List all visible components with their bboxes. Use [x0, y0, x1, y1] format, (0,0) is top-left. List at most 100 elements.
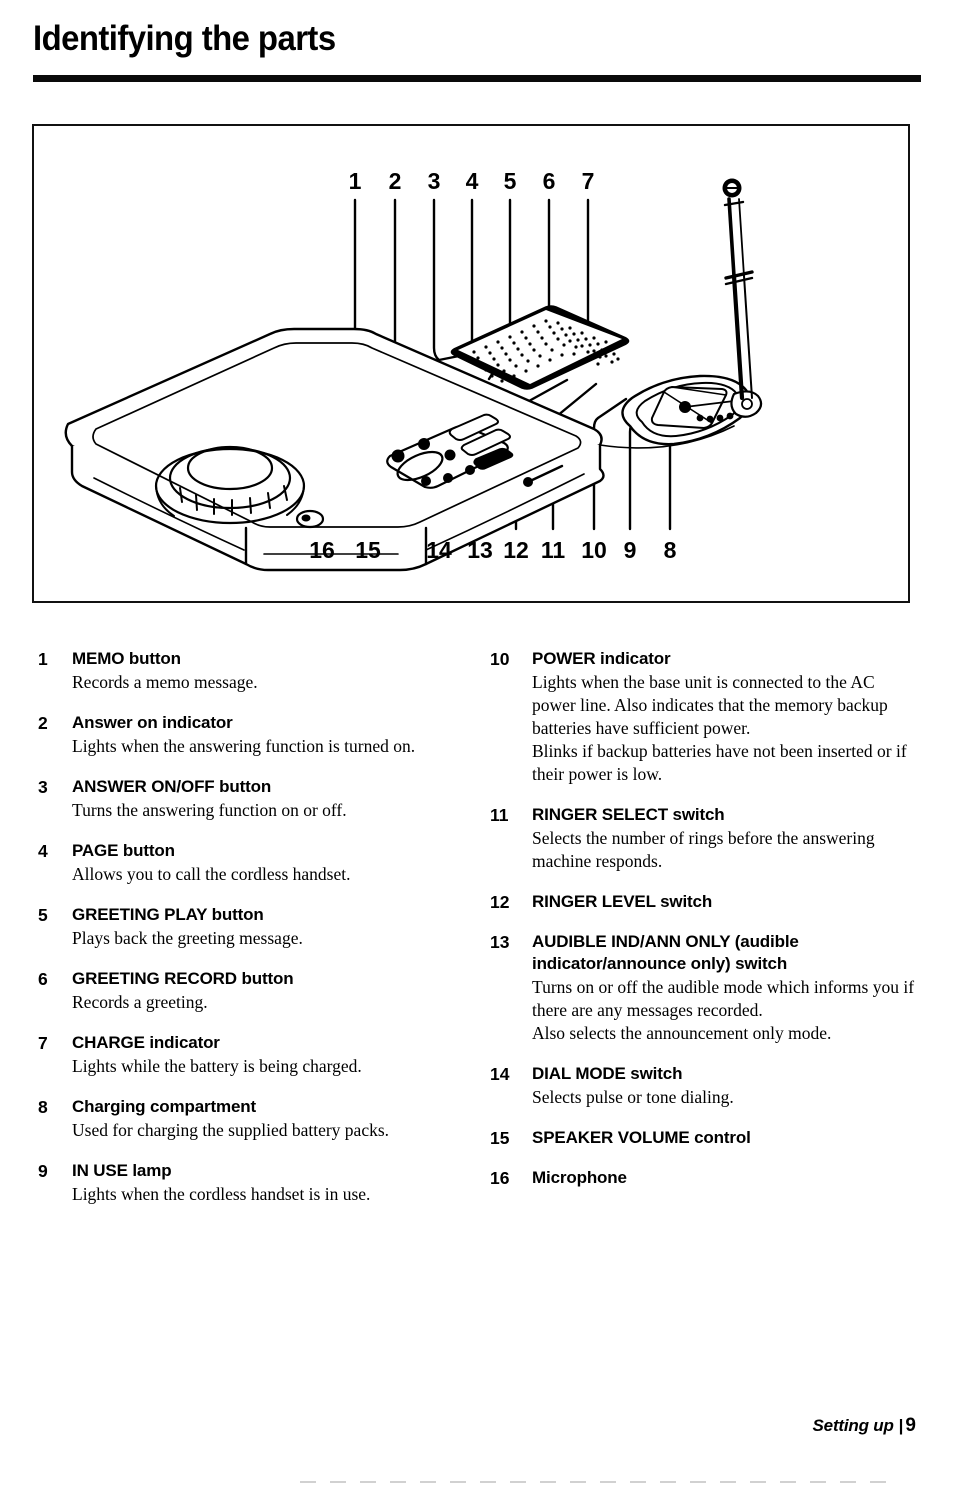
part-item-4: 4 PAGE button Allows you to call the cordl… — [38, 840, 458, 886]
part-title: CHARGE indicator — [72, 1033, 220, 1052]
part-body: SPEAKER VOLUME control — [532, 1127, 920, 1149]
part-body: Microphone — [532, 1167, 920, 1189]
part-body: GREETING PLAY button Plays back the greet… — [72, 904, 458, 950]
part-number: 14 — [490, 1064, 510, 1084]
part-description-paragraph: Selects the number of rings before the a… — [532, 828, 875, 871]
part-description: Turns the answering function on or off. — [72, 799, 458, 822]
part-number: 5 — [38, 905, 48, 925]
scan-artifact-dashes — [300, 1481, 900, 1483]
part-title: Charging compartment — [72, 1097, 257, 1116]
part-description-paragraph: Turns the answering function on or off. — [72, 800, 347, 820]
part-item-15: 15 SPEAKER VOLUME control — [490, 1127, 920, 1149]
part-description-paragraph: Also selects the announcement only mode. — [532, 1023, 832, 1043]
part-number: 10 — [490, 649, 510, 669]
part-number: 1 — [38, 649, 48, 669]
part-body: IN USE lamp Lights when the cordless hand… — [72, 1160, 458, 1206]
part-body: Charging compartment Used for charging th… — [72, 1096, 458, 1142]
part-item-14: 14 DIAL MODE switch Selects pulse or tone … — [490, 1063, 920, 1109]
part-description-paragraph: Records a memo message. — [72, 672, 258, 692]
part-item-5: 5 GREETING PLAY button Plays back the gree… — [38, 904, 458, 950]
part-description: Plays back the greeting message. — [72, 927, 458, 950]
part-description-paragraph: Lights when the cordless handset is in u… — [72, 1184, 371, 1204]
part-body: AUDIBLE IND/ANN ONLY (audible indicator/… — [532, 931, 920, 1045]
part-description: Lights when the cordless handset is in u… — [72, 1183, 458, 1206]
part-description: Lights while the battery is being charge… — [72, 1055, 458, 1078]
callout-12: 12 — [503, 537, 529, 563]
part-description-paragraph: Selects pulse or tone dialing. — [532, 1087, 734, 1107]
part-description-paragraph: Lights when the answering function is tu… — [72, 736, 416, 756]
part-number: 13 — [490, 932, 510, 952]
page-footer: Setting up | 9 — [813, 1416, 916, 1436]
callout-7: 7 — [582, 168, 595, 194]
part-number: 7 — [38, 1033, 48, 1053]
callout-16: 16 — [309, 537, 335, 563]
parts-column-left: 1 MEMO button Records a memo message. 2 Answ… — [38, 648, 458, 1224]
part-item-3: 3 ANSWER ON/OFF button Turns the answering… — [38, 776, 458, 822]
part-title: RINGER SELECT switch — [532, 805, 725, 824]
part-title: GREETING PLAY button — [72, 905, 264, 924]
page-title: Identifying the parts — [33, 19, 336, 58]
parts-column-right: 10 POWER indicator Lights when the base un… — [490, 648, 920, 1207]
part-number: 6 — [38, 969, 48, 989]
page-number: 9 — [905, 1415, 916, 1436]
part-title: DIAL MODE switch — [532, 1064, 683, 1083]
part-title: AUDIBLE IND/ANN ONLY (audible indicator/… — [532, 932, 799, 973]
figure-box: 1 2 3 4 5 6 7 16 15 14 13 12 11 10 9 8 — [32, 124, 910, 603]
part-item-12: 12 RINGER LEVEL switch — [490, 891, 920, 913]
part-description-paragraph: Records a greeting. — [72, 992, 208, 1012]
footer-section-label: Setting up — [812, 1416, 894, 1435]
part-body: PAGE button Allows you to call the cordle… — [72, 840, 458, 886]
part-item-10: 10 POWER indicator Lights when the base un… — [490, 648, 920, 786]
title-rule — [33, 75, 921, 82]
callout-6: 6 — [543, 168, 556, 194]
part-item-16: 16 Microphone — [490, 1167, 920, 1189]
part-item-6: 6 GREETING RECORD button Records a greetin… — [38, 968, 458, 1014]
part-item-2: 2 Answer on indicator Lights when the answ… — [38, 712, 458, 758]
part-description: Turns on or off the audible mode which i… — [532, 976, 920, 1045]
callout-14: 14 — [426, 537, 452, 563]
part-description-paragraph: Blinks if backup batteries have not been… — [532, 741, 907, 784]
part-item-11: 11 RINGER SELECT switch Selects the number… — [490, 804, 920, 873]
part-description: Lights when the answering function is tu… — [72, 735, 458, 758]
part-title: SPEAKER VOLUME control — [532, 1128, 751, 1147]
part-body: MEMO button Records a memo message. — [72, 648, 458, 694]
part-number: 15 — [490, 1128, 510, 1148]
part-title: GREETING RECORD button — [72, 969, 294, 988]
part-title: MEMO button — [72, 649, 181, 668]
part-description-paragraph: Used for charging the supplied battery p… — [72, 1120, 390, 1140]
part-body: ANSWER ON/OFF button Turns the answering … — [72, 776, 458, 822]
part-description: Records a greeting. — [72, 991, 458, 1014]
callout-1: 1 — [349, 168, 362, 194]
callout-2: 2 — [389, 168, 402, 194]
part-number: 4 — [38, 841, 48, 861]
part-item-13: 13 AUDIBLE IND/ANN ONLY (audible indicato… — [490, 931, 920, 1045]
callout-3: 3 — [428, 168, 441, 194]
part-title: ANSWER ON/OFF button — [72, 777, 272, 796]
part-number: 9 — [38, 1161, 48, 1181]
callout-11: 11 — [541, 537, 566, 563]
part-item-9: 9 IN USE lamp Lights when the cordless han… — [38, 1160, 458, 1206]
part-description: Selects the number of rings before the a… — [532, 827, 920, 873]
part-description-paragraph: Plays back the greeting message. — [72, 928, 303, 948]
part-body: GREETING RECORD button Records a greeting… — [72, 968, 458, 1014]
part-body: CHARGE indicator Lights while the battery… — [72, 1032, 458, 1078]
part-title: PAGE button — [72, 841, 175, 860]
part-description-paragraph: Lights when the base unit is connected t… — [532, 672, 888, 738]
part-title: Answer on indicator — [72, 713, 233, 732]
part-description: Records a memo message. — [72, 671, 458, 694]
part-body: Answer on indicator Lights when the answe… — [72, 712, 458, 758]
part-description-paragraph: Lights while the battery is being charge… — [72, 1056, 362, 1076]
part-number: 16 — [490, 1168, 510, 1188]
callout-4: 4 — [466, 168, 479, 194]
callout-9: 9 — [624, 537, 637, 563]
part-description-paragraph: Allows you to call the cordless handset. — [72, 864, 351, 884]
part-title: IN USE lamp — [72, 1161, 172, 1180]
device-illustration: 1 2 3 4 5 6 7 16 15 14 13 12 11 10 9 8 — [64, 168, 763, 572]
part-body: RINGER SELECT switch Selects the number o… — [532, 804, 920, 873]
part-number: 8 — [38, 1097, 48, 1117]
part-title: POWER indicator — [532, 649, 671, 668]
callout-13: 13 — [467, 537, 493, 563]
part-item-1: 1 MEMO button Records a memo message. — [38, 648, 458, 694]
part-number: 2 — [38, 713, 48, 733]
footer-separator: | — [898, 1416, 904, 1435]
